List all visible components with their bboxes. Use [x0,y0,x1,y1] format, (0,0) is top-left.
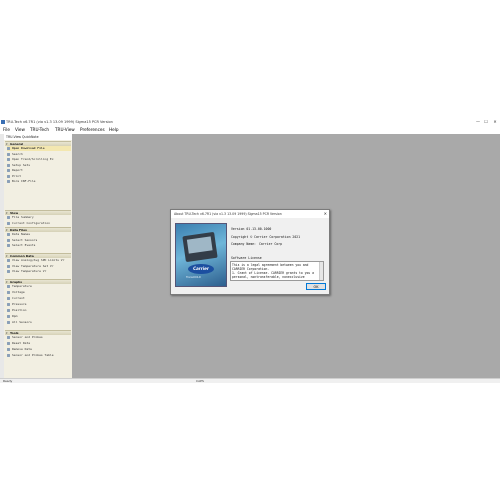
item-position[interactable]: Position [7,308,71,313]
event-icon [7,244,10,247]
close-button[interactable]: ✕ [491,118,499,126]
ok-button[interactable]: OK [306,283,326,290]
item-bore-inf-file[interactable]: Bore INF-File [7,179,71,184]
setup-icon [7,163,10,167]
section-data-files[interactable]: ▾ Data Files [5,227,71,232]
section-common-data[interactable]: ▾ Common Data [5,253,71,258]
chart-icon [7,264,10,268]
item-view-analog[interactable]: View Analog/Avg SPD Limits Vr [7,258,71,263]
search-icon [7,152,10,156]
dialog-title: About TRU-Tech v6.7R1 (via v1.3 13.09 19… [171,210,329,218]
quicknote-panel: TRU-View QuickNote ▾ General Open Downloa… [4,134,73,378]
graph-icon [7,321,10,324]
item-data-names[interactable]: Data Names [7,232,71,237]
brand-subtitle: TransiCOLD [186,276,201,279]
item-remove-data[interactable]: Remove Data [7,347,71,352]
product-image: Carrier TransiCOLD [175,223,227,287]
file-icon [7,180,10,183]
graph-icon [7,291,10,294]
device-illustration [182,231,218,263]
dialog-close-icon[interactable]: ✕ [324,210,327,218]
folder-icon [7,147,10,150]
graph-icon [7,303,10,306]
item-open-trend[interactable]: Open Trend/Scrolling Ex [7,157,71,162]
item-file-summary[interactable]: File Summary [7,215,71,220]
item-current-configuration[interactable]: Current Configuration [7,221,71,226]
menu-help[interactable]: Help [109,126,119,134]
section-general[interactable]: ▾ General [5,141,71,146]
config-icon [7,221,10,225]
company-label: Company Name: [231,242,256,246]
title-bar: TRU-Tech v6.7R1 (via v1.3 13.09 1999) Si… [0,118,500,126]
item-open-download-file[interactable]: Open Download File [7,146,71,151]
tool-icon [7,342,10,345]
graph-icon [7,285,10,288]
section-tools[interactable]: ▾ Tools [5,330,71,335]
license-textbox[interactable]: This is a legal agreement between you an… [230,261,324,281]
tool-icon [7,354,10,357]
item-search[interactable]: Search [7,152,71,157]
company-value: Carrier Corp [259,242,283,246]
license-line: personal, nontransferable, nonexclusive [232,275,305,279]
tool-icon [7,336,10,339]
item-current[interactable]: Current [7,296,71,301]
maximize-button[interactable]: ☐ [482,118,490,126]
menu-tru-view[interactable]: TRU-View [55,126,75,134]
menu-file[interactable]: File [3,126,10,134]
menu-view[interactable]: View [15,126,25,134]
trend-icon [7,158,10,161]
status-caps: CAPS [196,379,204,383]
item-setup-sets[interactable]: Setup Sets [7,163,71,168]
item-report[interactable]: Report [7,168,71,173]
report-icon [7,169,10,172]
item-sensor-probes-table[interactable]: Sensor and Probes Table [7,353,71,358]
status-bar: Ready CAPS [0,378,500,383]
license-heading: Software License [231,256,262,260]
window-title: TRU-Tech v6.7R1 (via v1.3 13.09 1999) Si… [6,120,113,124]
panel-header: TRU-View QuickNote [4,134,72,140]
section-view[interactable]: ▾ View [5,210,71,215]
item-print[interactable]: Print [7,174,71,179]
status-text: Ready [3,379,13,383]
version-text: Version 01.13.00.1000 [231,227,272,231]
item-rpm[interactable]: Rpm [7,314,71,319]
item-sensor-and-probes[interactable]: Sensor and Probes [7,335,71,340]
item-select-events[interactable]: Select Events [7,243,71,248]
about-dialog: About TRU-Tech v6.7R1 (via v1.3 13.09 19… [170,209,330,295]
item-voltage[interactable]: Voltage [7,290,71,295]
item-view-temperature-set[interactable]: View Temperature Set Vr [7,264,71,269]
app-icon [1,120,5,124]
data-icon [7,233,10,236]
item-temperature[interactable]: Temperature [7,284,71,289]
item-view-temperature[interactable]: View Temperature Vr [7,269,71,274]
section-graphs[interactable]: ▾ Graphs [5,279,71,284]
item-all-sensors[interactable]: All Sensors [7,320,71,325]
item-select-sensors[interactable]: Select Sensors [7,238,71,243]
license-scrollbar[interactable] [319,262,323,280]
print-icon [7,174,10,178]
minimize-button[interactable]: — [474,118,482,126]
chart-icon [7,259,10,262]
menu-preferences[interactable]: Preferences [80,126,105,134]
copyright-text: Copyright © Carrier Corporation 2021 [231,235,301,239]
graph-icon [7,297,10,300]
item-pressure[interactable]: Pressure [7,302,71,307]
menu-tru-tech[interactable]: TRU-Tech [30,126,49,134]
graph-icon [7,309,10,312]
summary-icon [7,216,10,219]
carrier-logo: Carrier [188,264,214,274]
chart-icon [7,270,10,273]
graph-icon [7,315,10,318]
item-reset-data[interactable]: Reset Data [7,341,71,346]
tool-icon [7,348,10,351]
sensor-icon [7,238,10,242]
